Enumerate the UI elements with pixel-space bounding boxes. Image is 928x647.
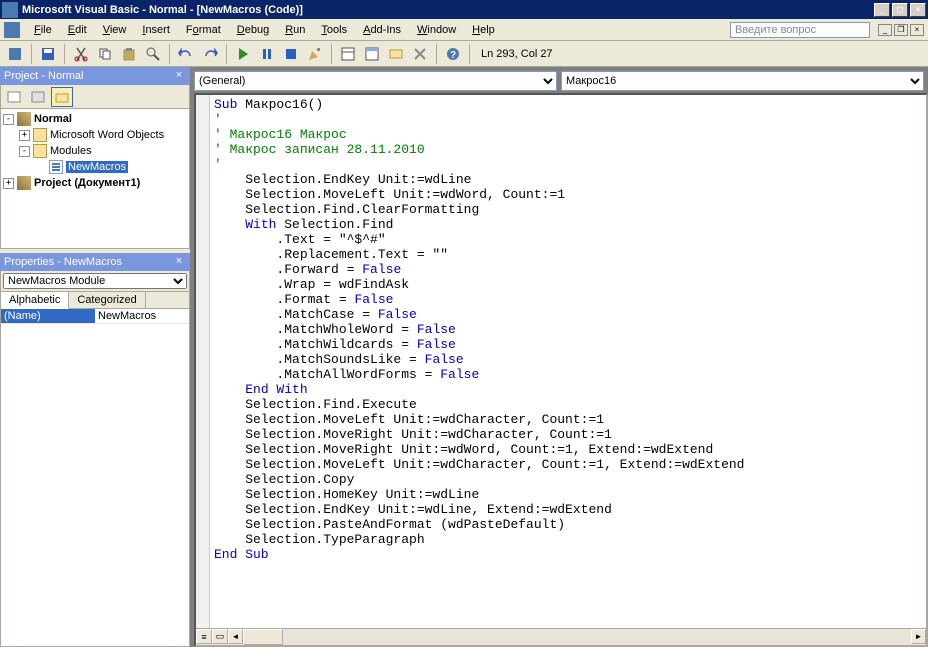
project-explorer-button[interactable]	[337, 43, 359, 65]
view-object-button[interactable]	[27, 87, 49, 107]
find-button[interactable]	[142, 43, 164, 65]
properties-panel-title: Properties - NewMacros ×	[0, 253, 190, 271]
tree-node-project-doc1[interactable]: +Project (Документ1)	[3, 175, 187, 191]
maximize-button[interactable]: □	[892, 3, 908, 17]
menu-file[interactable]: File	[26, 22, 60, 38]
folder-open-icon	[33, 144, 47, 158]
procedure-combo[interactable]: Макрос16	[561, 71, 924, 91]
toolbox-button[interactable]	[409, 43, 431, 65]
window-titlebar: Microsoft Visual Basic - Normal - [NewMa…	[0, 0, 928, 19]
undo-button[interactable]	[175, 43, 197, 65]
menu-help[interactable]: Help	[464, 22, 503, 38]
horizontal-scrollbar[interactable]: ◄ ►	[228, 629, 926, 645]
copy-button[interactable]	[94, 43, 116, 65]
scroll-right-button[interactable]: ►	[911, 629, 926, 644]
object-combo[interactable]: (General)	[194, 71, 557, 91]
close-button[interactable]: ×	[910, 3, 926, 17]
expand-toggle-icon[interactable]: -	[3, 114, 14, 125]
expand-toggle-icon[interactable]: +	[3, 178, 14, 189]
menu-debug[interactable]: Debug	[229, 22, 277, 38]
toggle-folders-button[interactable]	[51, 87, 73, 107]
property-value[interactable]: NewMacros	[95, 309, 189, 323]
menu-tools[interactable]: Tools	[313, 22, 355, 38]
project-icon	[17, 112, 31, 126]
view-word-button[interactable]	[4, 43, 26, 65]
menu-insert[interactable]: Insert	[134, 22, 178, 38]
expand-toggle-icon[interactable]: -	[19, 146, 30, 157]
project-tree[interactable]: -Normal +Microsoft Word Objects -Modules…	[0, 109, 190, 249]
folder-icon	[33, 128, 47, 142]
menu-addins[interactable]: Add-Ins	[355, 22, 409, 38]
help-button[interactable]: ?	[442, 43, 464, 65]
scroll-thumb[interactable]	[243, 629, 283, 645]
expand-toggle-icon[interactable]: +	[19, 130, 30, 141]
menu-run[interactable]: Run	[277, 22, 313, 38]
project-panel-title: Project - Normal ×	[0, 67, 190, 85]
save-button[interactable]	[37, 43, 59, 65]
procedure-view-button[interactable]: ≡	[196, 629, 212, 644]
properties-grid[interactable]: (Name) NewMacros	[0, 309, 190, 647]
properties-panel-close-icon[interactable]: ×	[172, 255, 186, 269]
tree-node-modules[interactable]: -Modules	[3, 143, 187, 159]
code-editor[interactable]: Sub Макрос16() ' ' Макрос16 Макрос ' Мак…	[194, 93, 928, 647]
project-panel-toolbar	[0, 85, 190, 109]
properties-object-select[interactable]: NewMacros Module	[3, 273, 187, 289]
minimize-button[interactable]: _	[874, 3, 890, 17]
svg-text:?: ?	[450, 50, 456, 61]
tree-node-normal[interactable]: -Normal	[3, 111, 187, 127]
design-mode-button[interactable]	[304, 43, 326, 65]
paste-button[interactable]	[118, 43, 140, 65]
property-name: (Name)	[1, 309, 95, 323]
window-title: Microsoft Visual Basic - Normal - [NewMa…	[22, 4, 874, 16]
view-code-button[interactable]	[3, 87, 25, 107]
ask-a-question-box[interactable]: Введите вопрос	[730, 22, 870, 38]
standard-toolbar: ? Ln 293, Col 27	[0, 41, 928, 67]
reset-button[interactable]	[280, 43, 302, 65]
break-button[interactable]	[256, 43, 278, 65]
mdi-minimize-button[interactable]: _	[878, 24, 892, 36]
project-icon	[17, 176, 31, 190]
full-module-view-button[interactable]: ▭	[212, 629, 228, 644]
object-browser-button[interactable]	[385, 43, 407, 65]
menu-bar: File Edit View Insert Format Debug Run T…	[0, 19, 928, 41]
code-margin	[196, 95, 210, 628]
word-app-icon	[4, 22, 20, 38]
run-button[interactable]	[232, 43, 254, 65]
tab-categorized[interactable]: Categorized	[69, 292, 145, 308]
tab-alphabetic[interactable]: Alphabetic	[1, 292, 69, 309]
menu-edit[interactable]: Edit	[60, 22, 95, 38]
cursor-position-label: Ln 293, Col 27	[481, 48, 553, 60]
project-panel-close-icon[interactable]: ×	[172, 69, 186, 83]
property-row[interactable]: (Name) NewMacros	[1, 309, 189, 324]
menu-format[interactable]: Format	[178, 22, 229, 38]
tree-node-word-objects[interactable]: +Microsoft Word Objects	[3, 127, 187, 143]
menu-window[interactable]: Window	[409, 22, 464, 38]
tree-node-newmacros[interactable]: NewMacros	[3, 159, 187, 175]
redo-button[interactable]	[199, 43, 221, 65]
mdi-restore-button[interactable]: ❐	[894, 24, 908, 36]
module-icon	[49, 160, 63, 174]
cut-button[interactable]	[70, 43, 92, 65]
properties-window-button[interactable]	[361, 43, 383, 65]
scroll-left-button[interactable]: ◄	[228, 629, 243, 644]
menu-view[interactable]: View	[95, 22, 135, 38]
app-icon	[2, 2, 18, 18]
mdi-close-button[interactable]: ×	[910, 24, 924, 36]
